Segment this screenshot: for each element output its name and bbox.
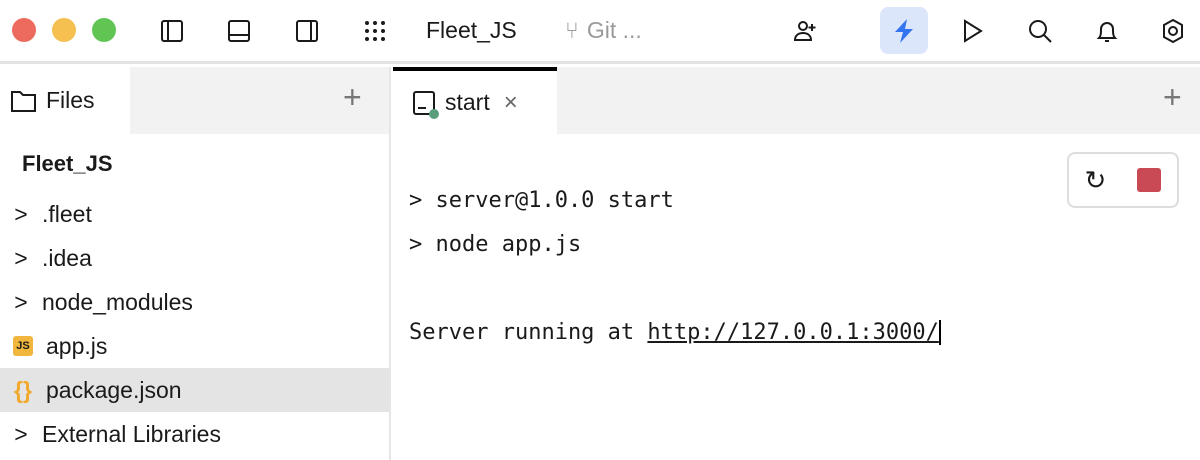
minimize-window-button[interactable] — [52, 18, 76, 42]
add-user-icon[interactable] — [788, 14, 822, 48]
chevron-right-icon[interactable]: > — [0, 421, 42, 448]
title-bar: Fleet_JS ⑂ Git ... — [0, 0, 1200, 64]
tree-item-node-modules[interactable]: > node_modules — [0, 280, 389, 324]
search-icon[interactable] — [1023, 14, 1057, 48]
project-root[interactable]: Fleet_JS — [22, 151, 113, 177]
tree-item-package-json[interactable]: {} package.json — [0, 368, 389, 412]
git-branch-icon: ⑂ — [565, 17, 579, 43]
tab-start-label: start — [445, 89, 490, 115]
chevron-right-icon[interactable]: > — [0, 201, 42, 228]
chevron-right-icon[interactable]: > — [0, 245, 42, 272]
toggle-right-panel-icon[interactable] — [290, 14, 324, 48]
tab-start[interactable]: start × — [393, 67, 557, 134]
stop-button[interactable] — [1137, 168, 1162, 192]
tab-files[interactable]: Files — [0, 67, 130, 134]
git-label: Git ... — [586, 17, 642, 43]
tree-item-label: .fleet — [42, 200, 92, 227]
add-panel-tab-button[interactable]: + — [343, 79, 362, 116]
smart-mode-button[interactable] — [880, 7, 928, 54]
git-branch-button[interactable]: ⑂ Git ... — [565, 17, 642, 44]
files-panel: Files + Fleet_JS > .fleet > .idea > node_mo… — [0, 67, 391, 460]
js-badge: JS — [13, 336, 33, 356]
tree-item-label: .idea — [42, 244, 92, 271]
json-file-icon: {} — [14, 376, 32, 403]
project-name[interactable]: Fleet_JS — [426, 17, 517, 44]
terminal-icon — [413, 90, 439, 119]
server-text: Server running at — [409, 320, 648, 345]
terminal-line: > server@1.0.0 start — [409, 188, 674, 213]
tree-item-external-libraries[interactable]: > External Libraries — [0, 412, 389, 456]
tree-item-label: package.json — [46, 376, 182, 403]
terminal-line: > node app.js — [409, 232, 582, 257]
chevron-right-icon[interactable]: > — [0, 289, 42, 316]
tab-files-label: Files — [46, 87, 95, 113]
tree-item-label: External Libraries — [42, 420, 221, 447]
close-window-button[interactable] — [12, 18, 36, 42]
terminal-tab-row: start × + — [393, 67, 1200, 134]
tree-item-app-js[interactable]: JS app.js — [0, 324, 389, 368]
js-file-icon: JS — [0, 336, 46, 356]
terminal-panel: start × + > server@1.0.0 start > node ap… — [393, 67, 1200, 460]
tree-item-fleet[interactable]: > .fleet — [0, 192, 389, 236]
maximize-window-button[interactable] — [92, 18, 116, 42]
notifications-bell-icon[interactable] — [1090, 14, 1124, 48]
folder-icon — [11, 90, 36, 112]
add-tab-button[interactable]: + — [1163, 79, 1182, 116]
toggle-bottom-panel-icon[interactable] — [222, 14, 256, 48]
close-tab-icon[interactable]: × — [504, 89, 518, 117]
settings-icon[interactable] — [1156, 14, 1190, 48]
tree-item-idea[interactable]: > .idea — [0, 236, 389, 280]
apps-grid-icon[interactable] — [358, 14, 392, 48]
restart-icon[interactable]: ↻ — [1085, 165, 1107, 196]
toggle-left-panel-icon[interactable] — [155, 14, 189, 48]
files-tab-row: Files + — [0, 67, 389, 134]
terminal-line-server: Server running at http://127.0.0.1:3000/ — [409, 320, 941, 345]
run-icon[interactable] — [955, 14, 989, 48]
server-url-link[interactable]: http://127.0.0.1:3000/ — [647, 320, 941, 345]
tree-item-label: node_modules — [42, 288, 193, 315]
tree-item-label: app.js — [46, 332, 108, 359]
run-controls: ↻ — [1067, 152, 1179, 208]
